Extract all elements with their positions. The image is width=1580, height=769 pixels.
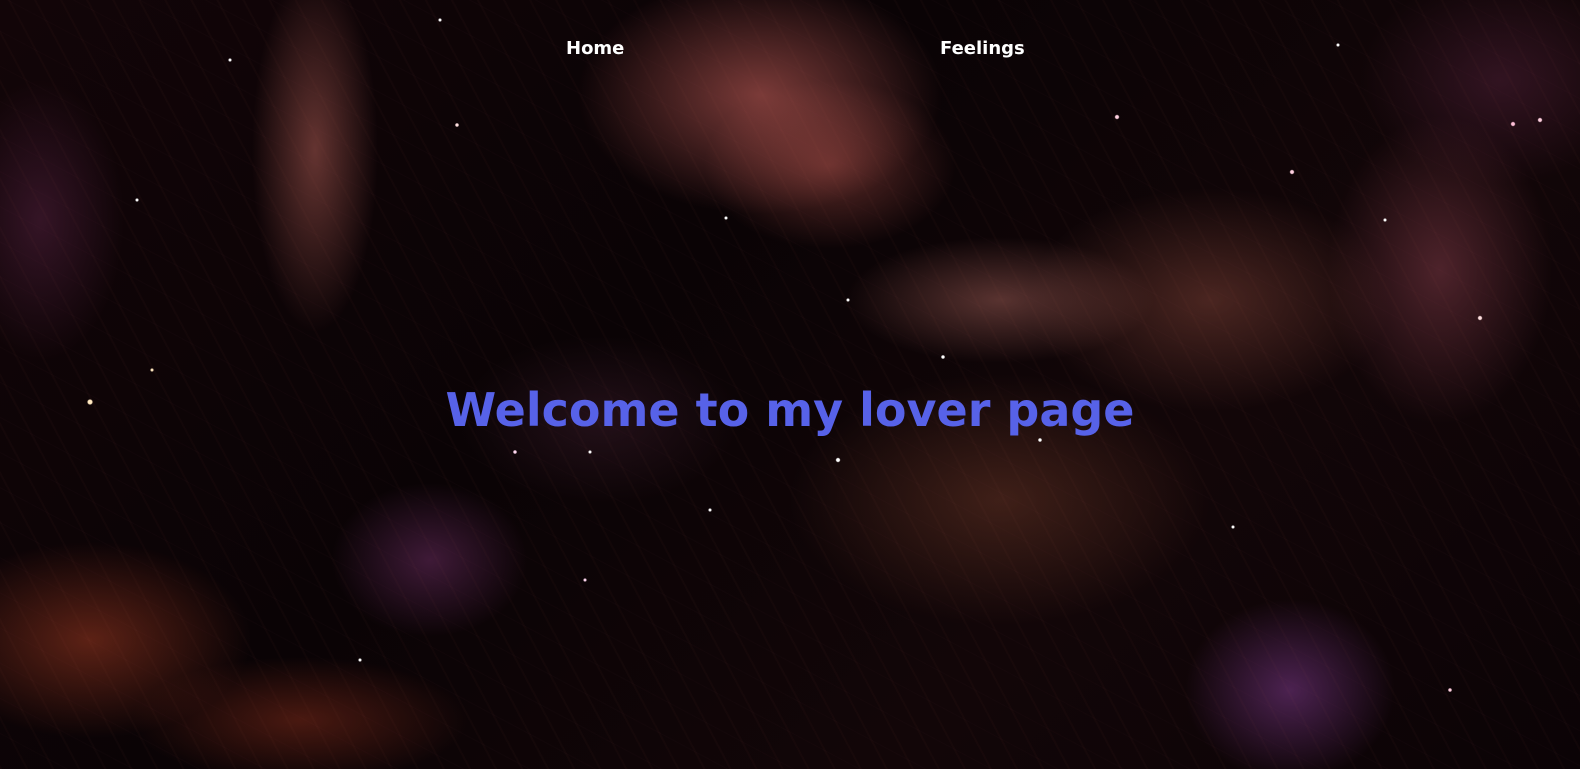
top-navigation: Home Feelings: [0, 34, 1580, 64]
nav-link-feelings[interactable]: Feelings: [940, 34, 1025, 64]
page: Home Feelings Welcome to my lover page: [0, 0, 1580, 769]
nav-link-home[interactable]: Home: [566, 34, 624, 64]
hero-title: Welcome to my lover page: [445, 383, 1135, 437]
